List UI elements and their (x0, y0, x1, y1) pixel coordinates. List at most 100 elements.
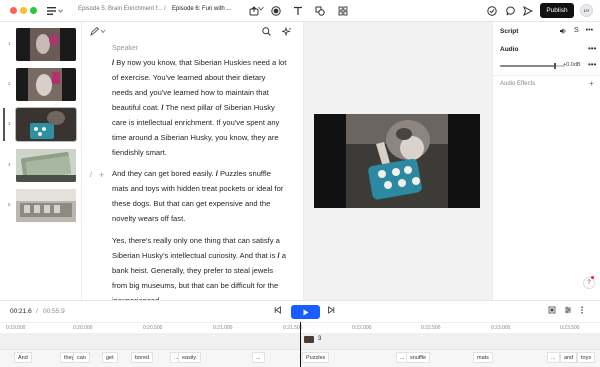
word-gap[interactable]: ... (252, 352, 265, 363)
volume-more-icon[interactable]: ••• (588, 60, 596, 69)
close-window-button[interactable] (10, 7, 17, 14)
app-menu-button[interactable] (47, 4, 69, 18)
speaker-volume-icon[interactable] (559, 27, 567, 37)
word-chip[interactable]: and (560, 352, 578, 363)
add-scene-icon[interactable]: + (99, 170, 104, 180)
check-circle-icon[interactable] (486, 5, 498, 17)
scene-break-marker[interactable]: / (216, 169, 218, 178)
top-bar: Episode 5: Brain Enrichment f... / Episo… (0, 0, 600, 22)
vertical-more-icon[interactable] (580, 306, 584, 316)
word-chip[interactable]: mats (473, 352, 493, 363)
breadcrumb-separator: / (164, 6, 166, 12)
scene-break-marker[interactable]: / (112, 58, 114, 67)
video-preview-area (304, 22, 492, 300)
word-chip[interactable]: can (73, 352, 90, 363)
timeline-tools (548, 306, 584, 316)
script-paragraph[interactable]: Yes, there's really only one thing that … (112, 233, 287, 300)
minimize-window-button[interactable] (20, 7, 27, 14)
scene-break-marker[interactable]: / (161, 103, 163, 112)
word-chip[interactable]: Puzzles (302, 352, 330, 363)
search-icon[interactable] (262, 27, 271, 38)
speaker-label: Speaker (112, 45, 139, 52)
scene-image (16, 189, 76, 222)
panel-icons: S ••• (559, 27, 593, 37)
scene-thumbnail[interactable]: 1 (0, 28, 82, 62)
script-editor[interactable]: Speaker / By now you know, that Siberian… (82, 22, 304, 300)
comment-icon[interactable] (505, 5, 517, 17)
publish-button[interactable]: Publish (540, 3, 574, 18)
ruler-tick: 0:20.500 (143, 325, 163, 331)
script-text[interactable]: Yes, there's really only one thing that … (112, 236, 280, 260)
maximize-window-button[interactable] (30, 7, 37, 14)
grid-icon[interactable] (337, 5, 349, 17)
scene-break-marker[interactable]: / (278, 251, 280, 260)
scene-image (15, 107, 77, 142)
audio-effects-label: Audio Effects (500, 81, 536, 87)
play-button[interactable] (291, 305, 320, 319)
breadcrumb-episode-5[interactable]: Episode 5: Brain Enrichment f... (78, 6, 162, 12)
layout-icon[interactable] (548, 306, 556, 316)
scene-image (16, 68, 76, 101)
add-effect-icon[interactable]: + (589, 79, 594, 88)
ruler-tick: 0:22.500 (421, 325, 441, 331)
ruler-tick: 0:22.000 (352, 325, 372, 331)
scene-number: 5 (8, 202, 11, 207)
audio-more-icon[interactable]: ••• (588, 44, 596, 53)
ruler-tick: 0:21.000 (213, 325, 233, 331)
word-chip[interactable]: snuffle (406, 352, 431, 363)
script-paragraph[interactable]: And they can get bored easily. / Puzzles… (112, 166, 287, 226)
menu-icon (47, 7, 56, 15)
scene-number: 1 (8, 41, 11, 46)
panel-title: Script (500, 28, 519, 35)
shapes-icon[interactable] (314, 5, 326, 17)
breadcrumb-episode-6[interactable]: Episode 6: Fun with ... (172, 6, 231, 12)
word-chip[interactable]: And (14, 352, 32, 363)
volume-handle[interactable] (554, 63, 556, 69)
ruler-tick: 0:23.500 (560, 325, 580, 331)
volume-fill (500, 65, 555, 67)
scene-thumbnail[interactable]: 2 (0, 68, 82, 102)
sparkle-icon[interactable] (281, 26, 292, 39)
chevron-down-icon (58, 9, 63, 13)
word-gap[interactable]: ... (547, 352, 560, 363)
word-chip[interactable]: bored (131, 352, 154, 363)
more-options-icon[interactable]: ••• (586, 27, 593, 37)
s-format-icon[interactable]: S (574, 27, 579, 37)
audio-section-label: Audio (500, 46, 519, 53)
ruler-tick: 0:23.000 (491, 325, 511, 331)
video-preview[interactable] (314, 114, 480, 208)
word-chip[interactable]: toys (577, 352, 596, 363)
clip-thumbnail[interactable] (304, 336, 314, 343)
share-icon[interactable] (522, 5, 534, 17)
pen-tool-icon[interactable] (90, 26, 106, 38)
video-frame-image (346, 114, 448, 208)
record-icon[interactable] (270, 5, 282, 17)
script-text[interactable]: And they can get bored easily. (112, 169, 214, 178)
playhead[interactable] (300, 322, 301, 367)
current-time: 00:21.6 (10, 308, 32, 315)
volume-slider[interactable] (500, 63, 565, 69)
gutter-scene-marker[interactable]: / (90, 172, 92, 179)
filter-icon[interactable] (564, 306, 572, 316)
skip-back-icon[interactable] (274, 306, 282, 316)
ruler-tick: 0:19.500 (6, 325, 26, 331)
scene-thumbnail-selected[interactable]: 3 (0, 107, 82, 142)
scene-image (16, 28, 76, 61)
skip-forward-icon[interactable] (327, 306, 335, 316)
time-separator: / (36, 308, 38, 315)
avatar[interactable]: LH (580, 4, 593, 17)
script-paragraph[interactable]: / By now you know, that Siberian Huskies… (112, 55, 287, 160)
scene-thumbnail[interactable]: 5 (0, 189, 82, 223)
scene-thumbnail[interactable]: 4 (0, 149, 82, 183)
upload-icon[interactable] (248, 5, 260, 17)
ruler-tick: 0:20.000 (73, 325, 93, 331)
text-tool-icon[interactable] (292, 5, 304, 17)
word-chip[interactable]: get (102, 352, 118, 363)
clip-number: 3 (318, 336, 322, 342)
scene-thumbnails: 1 2 3 4 5 (0, 22, 82, 300)
word-chip[interactable]: easily. (178, 352, 202, 363)
play-icon (303, 309, 308, 315)
scene-number: 2 (8, 81, 11, 86)
total-time: 00:55.9 (43, 308, 65, 315)
scene-number: 4 (8, 162, 11, 167)
